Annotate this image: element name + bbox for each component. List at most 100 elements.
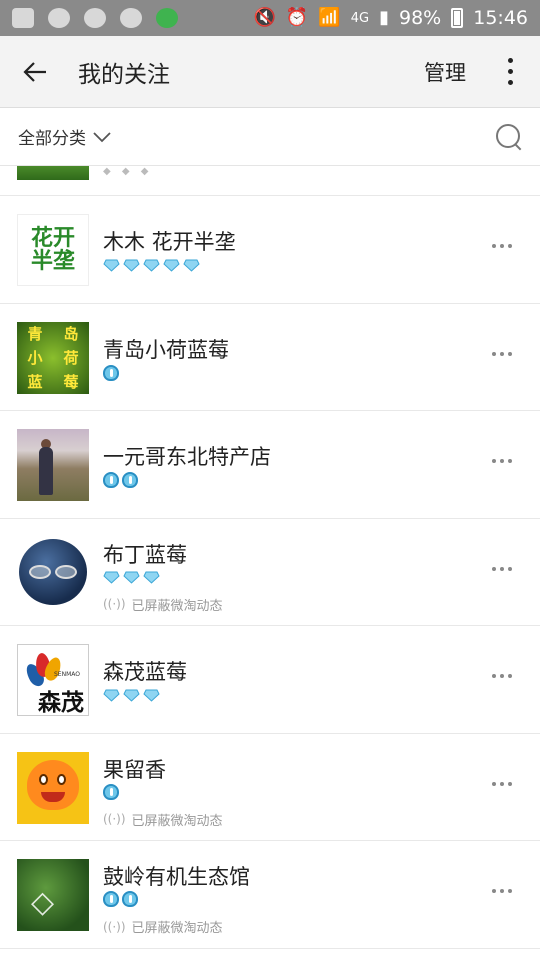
diamond-icon	[103, 689, 120, 702]
followed-shops-list: ◆ ◆ ◆ 花开 半垄 木木 花开半垄 青 岛 小 荷 蓝 莓 青岛小荷蓝莓 一…	[0, 166, 540, 960]
list-item[interactable]: 布丁蓝莓 ((·)) 已屏蔽微淘动态	[0, 519, 540, 626]
crown-icon	[103, 364, 119, 381]
diamond-icon	[143, 571, 160, 584]
shop-name: 森茂蓝莓	[103, 660, 187, 684]
shop-name: 鼓岭有机生态馆	[103, 865, 250, 889]
page-title: 我的关注	[78, 61, 170, 88]
seller-rating-badges	[103, 571, 160, 584]
crown-icon	[103, 783, 119, 800]
shop-thumbnail	[17, 166, 89, 180]
diamond-icon	[103, 259, 120, 272]
wifi-icon: 📶	[318, 7, 341, 28]
app-notification-icon	[48, 8, 70, 28]
item-options-button[interactable]	[492, 244, 512, 248]
browser-icon	[156, 8, 178, 28]
shop-name: 一元哥东北特产店	[103, 445, 271, 469]
diamond-icon	[183, 259, 200, 272]
shop-thumbnail: 花开 半垄	[17, 214, 89, 286]
back-button[interactable]	[0, 36, 70, 108]
mascot-eye	[39, 773, 48, 785]
badge-row: ◆ ◆ ◆	[103, 166, 153, 177]
seller-rating-badges	[103, 689, 160, 702]
category-filter-dropdown[interactable]: 全部分类	[18, 124, 112, 149]
thumbnail-text: 森茂	[38, 690, 84, 716]
crown-icon	[122, 891, 138, 907]
glasses-graphic	[29, 564, 51, 579]
thumbnail-text: 花开	[30, 224, 75, 251]
thumbnail-text: SENMAO	[54, 671, 80, 678]
wifi-hotspot-icon	[120, 8, 142, 28]
thumbnail-text: 半垄	[30, 248, 75, 274]
feed-blocked-note: ((·)) 已屏蔽微淘动态	[103, 917, 223, 937]
shop-name: 布丁蓝莓	[103, 542, 187, 567]
crown-icon	[103, 891, 119, 907]
list-item-partial[interactable]: ◆ ◆ ◆	[0, 166, 540, 196]
clock: 15:46	[473, 7, 528, 29]
more-options-button[interactable]	[480, 36, 540, 108]
mascot-eye	[57, 773, 66, 785]
glasses-graphic	[55, 564, 77, 579]
broadcast-icon: ((·))	[103, 919, 126, 934]
back-arrow-icon	[23, 61, 46, 82]
list-item[interactable]: 青 岛 小 荷 蓝 莓 青岛小荷蓝莓	[0, 304, 540, 411]
list-item[interactable]: 花开 半垄 木木 花开半垄	[0, 196, 540, 304]
thumbnail-text: 青	[27, 325, 43, 343]
item-options-button[interactable]	[492, 351, 512, 356]
feed-blocked-text: 已屏蔽微淘动态	[131, 921, 223, 936]
item-options-button[interactable]	[492, 674, 512, 678]
item-options-button[interactable]	[492, 889, 512, 893]
item-options-button[interactable]	[492, 566, 512, 571]
notification-icons	[12, 8, 178, 28]
shop-thumbnail	[17, 429, 89, 501]
shop-name: 木木 花开半垄	[103, 230, 236, 254]
item-options-button[interactable]	[492, 459, 512, 463]
watermark-graphic: ◇	[31, 885, 55, 920]
shop-thumbnail: ◇	[17, 859, 89, 931]
manage-button[interactable]: 管理	[410, 57, 480, 87]
broadcast-icon: ((·))	[103, 597, 126, 611]
mascot-face	[27, 759, 79, 810]
thumbnail-text: 荷	[63, 349, 79, 367]
diamond-icon	[163, 259, 180, 272]
thumbnail-text: 蓝	[27, 373, 43, 391]
shop-thumbnail	[17, 536, 89, 609]
app-toolbar: 我的关注 管理	[0, 36, 540, 108]
list-item[interactable]: 果留香 ((·)) 已屏蔽微淘动态	[0, 734, 540, 841]
shop-thumbnail: SENMAO 森茂	[17, 644, 89, 716]
seller-rating-badges	[103, 472, 138, 488]
diamond-icon	[103, 571, 120, 584]
crown-icon	[103, 472, 119, 488]
weather-icon	[84, 8, 106, 28]
diamond-icon	[143, 259, 160, 272]
diamond-icon	[143, 689, 160, 702]
category-filter-label: 全部分类	[18, 129, 86, 149]
thumbnail-text: 小	[27, 349, 43, 367]
filter-bar: 全部分类	[0, 108, 540, 166]
more-dot-icon	[507, 58, 513, 63]
shop-thumbnail	[17, 751, 89, 824]
chevron-down-icon	[93, 131, 111, 142]
broadcast-icon: ((·))	[103, 812, 126, 826]
thumbnail-text: 莓	[63, 373, 79, 391]
crown-icon	[122, 472, 138, 488]
seller-rating-badges	[103, 364, 119, 381]
more-dot-icon	[507, 80, 513, 85]
list-item[interactable]: SENMAO 森茂 森茂蓝莓	[0, 626, 540, 734]
battery-percent: 98%	[399, 7, 442, 29]
more-dot-icon	[507, 69, 513, 74]
search-icon[interactable]	[494, 122, 524, 152]
thumbnail-text: 岛	[63, 325, 79, 343]
feed-blocked-note: ((·)) 已屏蔽微淘动态	[103, 595, 223, 614]
list-item[interactable]: 一元哥东北特产店	[0, 411, 540, 519]
shop-name: 青岛小荷蓝莓	[103, 337, 229, 362]
list-item[interactable]: ◇ 鼓岭有机生态馆 ((·)) 已屏蔽微淘动态	[0, 841, 540, 949]
mute-icon: 🔇	[253, 7, 276, 28]
status-bar: 🔇 ⏰ 📶 4G ▮ 98% 15:46	[0, 0, 540, 36]
shop-thumbnail: 青 岛 小 荷 蓝 莓	[17, 321, 89, 394]
feed-blocked-text: 已屏蔽微淘动态	[131, 598, 223, 614]
diamond-icon	[123, 571, 140, 584]
seller-rating-badges	[103, 259, 200, 272]
item-options-button[interactable]	[492, 781, 512, 786]
battery-icon	[451, 8, 464, 28]
shop-name: 果留香	[103, 757, 166, 782]
